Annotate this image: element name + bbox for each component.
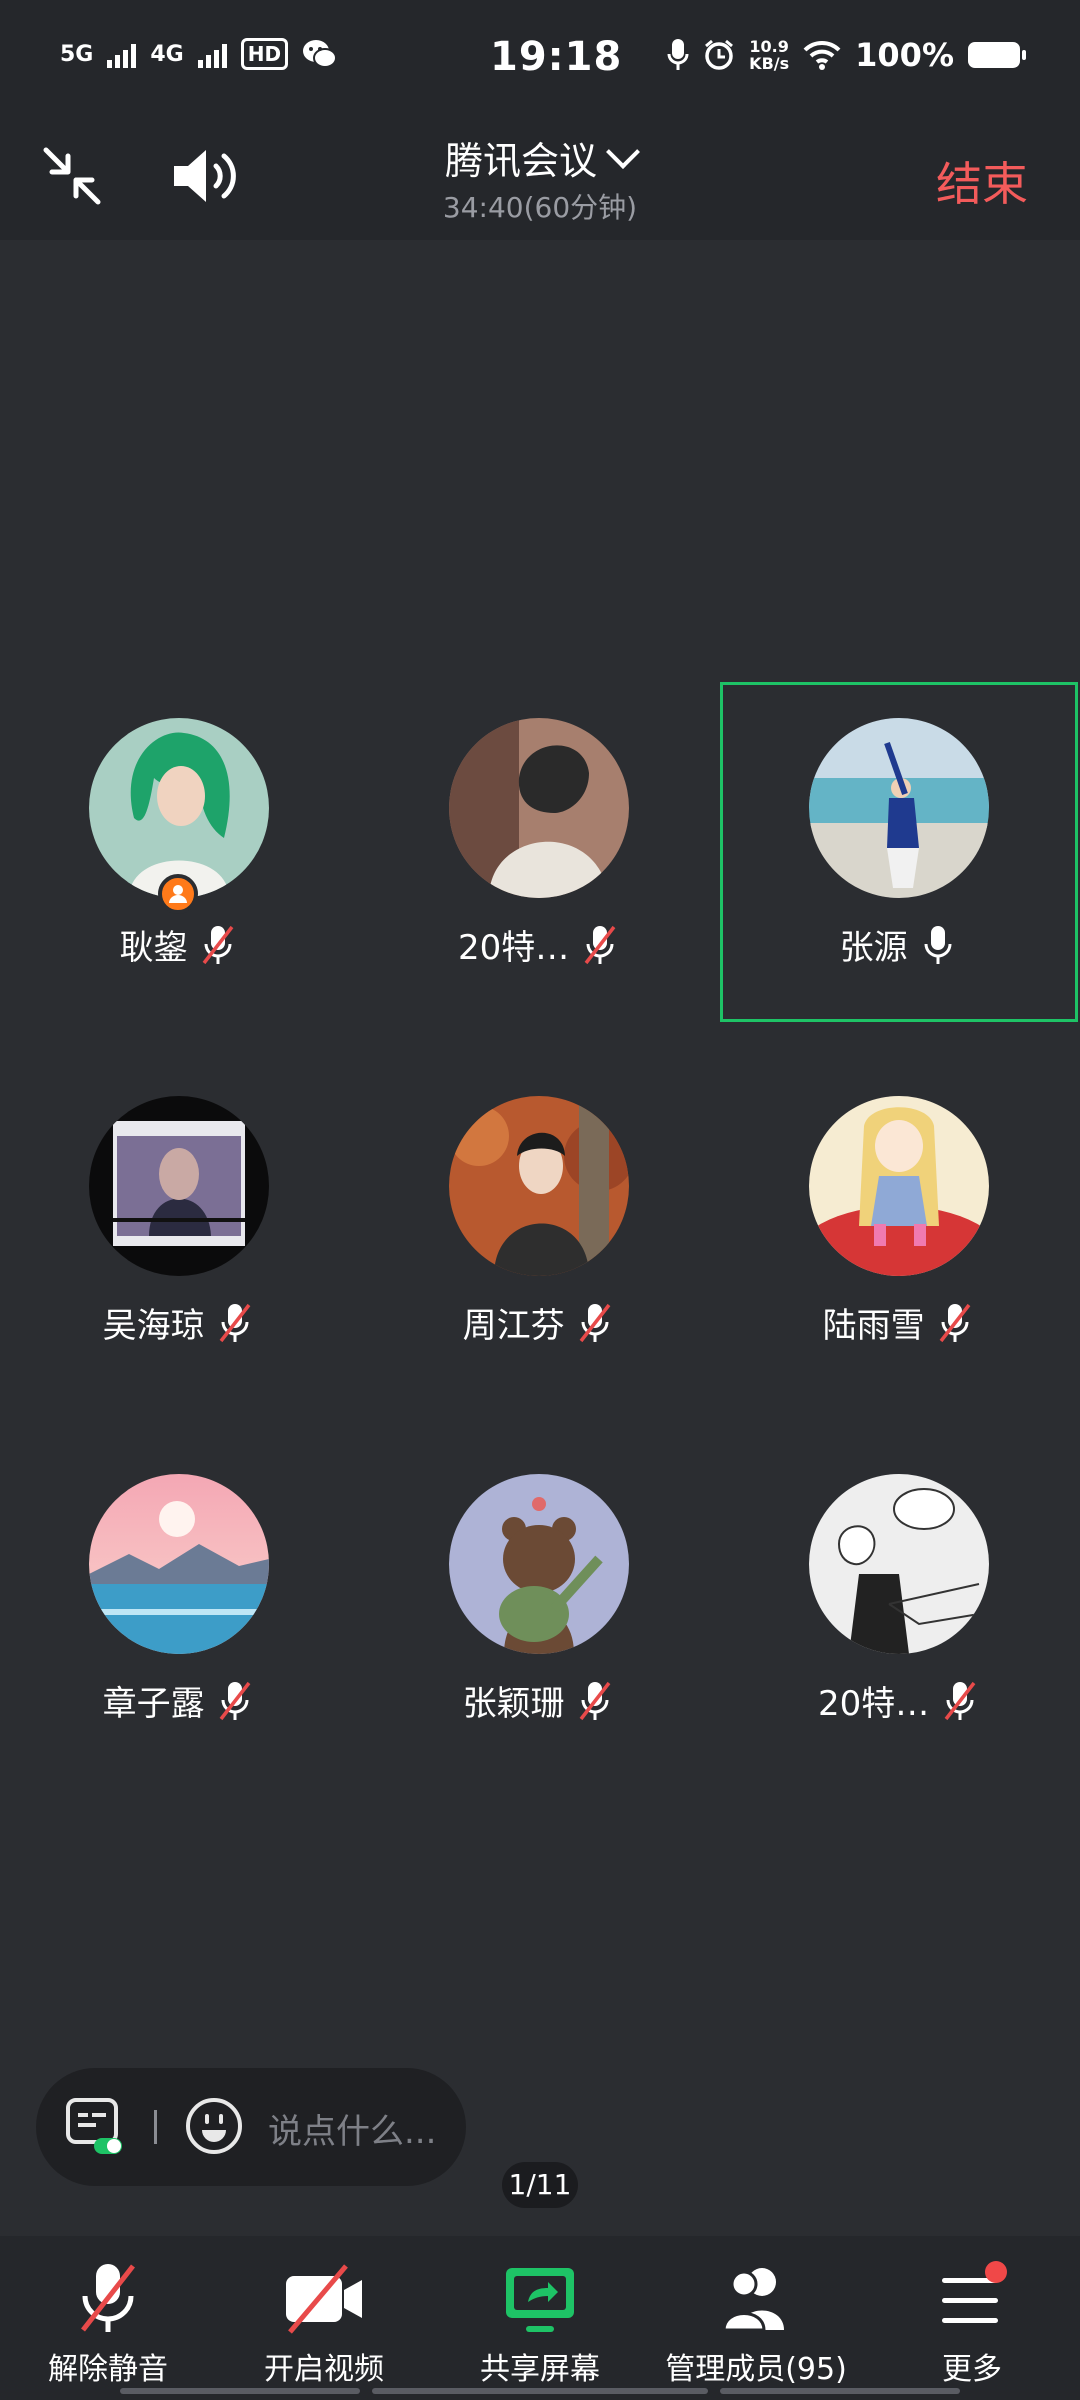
participant-name-row: 张源 — [720, 920, 1078, 969]
participant-name-row: 张颖珊 — [360, 1676, 718, 1725]
share-screen-icon — [506, 2268, 574, 2332]
wifi-icon — [803, 40, 841, 70]
meeting-header: 腾讯会议 34:40(60分钟) 结束 — [0, 120, 1080, 240]
mic-on-icon — [924, 925, 952, 964]
emoji-icon[interactable] — [184, 2096, 244, 2156]
participant-name-row: 20特… — [360, 920, 718, 969]
avatar — [809, 718, 989, 898]
avatar — [89, 718, 269, 898]
mic-muted-icon — [580, 1681, 611, 1720]
mic-muted-icon — [220, 1681, 251, 1720]
chat-placeholder[interactable]: 说点什么... — [268, 2104, 436, 2153]
signal-icon — [107, 40, 137, 68]
avatar — [809, 1474, 989, 1654]
participant-tile-active-speaker[interactable]: 张源 — [720, 682, 1078, 1022]
participant-name: 耿鋆 — [119, 928, 188, 968]
mic-muted-icon — [81, 2264, 135, 2332]
participant-name-row: 周江芬 — [360, 1298, 718, 1347]
mic-status-icon — [667, 39, 689, 70]
meeting-duration: 34:40(60分钟) — [442, 191, 638, 224]
members-icon — [722, 2268, 784, 2332]
camera-off-icon — [286, 2264, 362, 2334]
subtitle-toggle-icon[interactable] — [64, 2096, 124, 2156]
status-right: 10.9 KB/s 100% — [667, 36, 1026, 74]
battery-percent: 100% — [855, 36, 954, 74]
chevron-down-icon — [606, 135, 640, 169]
scroll-indicator — [120, 2388, 360, 2394]
participant-name-row: 章子露 — [0, 1676, 358, 1725]
start-video-button[interactable]: 开启视频 — [216, 2260, 432, 2387]
bottom-toolbar: 解除静音 开启视频 共享屏幕 管理成员(95) 更多 — [0, 2236, 1080, 2400]
mic-muted-icon — [203, 925, 234, 964]
menu-icon — [942, 2261, 1007, 2323]
participant-name: 20特… — [817, 1684, 930, 1724]
participant-tile[interactable]: 20特… — [720, 1438, 1078, 1778]
avatar — [449, 1096, 629, 1276]
avatar — [449, 718, 629, 898]
scroll-indicator — [372, 2388, 708, 2394]
avatar — [89, 1096, 269, 1276]
mic-muted-icon — [944, 1681, 976, 1720]
clock: 19:18 — [490, 34, 623, 80]
participant-name: 吴海琼 — [102, 1306, 205, 1346]
participant-name: 陆雨雪 — [822, 1306, 925, 1346]
divider — [154, 2110, 157, 2144]
host-badge-icon — [158, 874, 198, 914]
participant-tile[interactable]: 陆雨雪 — [720, 1060, 1078, 1400]
participant-tile[interactable]: 20特… — [360, 682, 718, 1022]
participant-tile[interactable]: 耿鋆 — [0, 682, 358, 1022]
network-4g-label: 4G — [150, 41, 184, 67]
participant-name-row: 耿鋆 — [0, 920, 358, 969]
participant-name: 张颖珊 — [462, 1684, 565, 1724]
mic-muted-icon — [580, 1303, 611, 1342]
start-video-label: 开启视频 — [264, 2352, 384, 2387]
share-screen-button[interactable]: 共享屏幕 — [432, 2260, 648, 2387]
more-button[interactable]: 更多 — [864, 2260, 1080, 2387]
battery-icon — [968, 42, 1026, 68]
unmute-button[interactable]: 解除静音 — [0, 2260, 216, 2387]
hd-badge: HD — [240, 38, 289, 70]
avatar — [449, 1474, 629, 1654]
participant-tile[interactable]: 吴海琼 — [0, 1060, 358, 1400]
mic-muted-icon — [940, 1303, 971, 1342]
participant-name-row: 陆雨雪 — [720, 1298, 1078, 1347]
avatar — [89, 1474, 269, 1654]
signal-icon-2 — [197, 40, 227, 68]
unmute-label: 解除静音 — [48, 2352, 168, 2387]
participant-name: 张源 — [839, 928, 908, 968]
network-speed: 10.9 KB/s — [749, 37, 790, 73]
status-left: 5G 4G HD — [60, 38, 338, 70]
alarm-icon — [705, 39, 734, 70]
participant-name: 章子露 — [102, 1684, 205, 1724]
share-screen-label: 共享屏幕 — [480, 2352, 600, 2387]
manage-members-button[interactable]: 管理成员(95) — [648, 2260, 864, 2387]
chat-input-bar[interactable]: 说点什么... — [36, 2068, 466, 2186]
avatar — [809, 1096, 989, 1276]
more-label: 更多 — [942, 2352, 1002, 2387]
meeting-title[interactable]: 腾讯会议 — [0, 130, 1080, 185]
participant-tile[interactable]: 章子露 — [0, 1438, 358, 1778]
participant-name: 20特… — [457, 928, 570, 968]
participant-name-row: 吴海琼 — [0, 1298, 358, 1347]
participant-tile[interactable]: 张颖珊 — [360, 1438, 718, 1778]
participant-tile[interactable]: 周江芬 — [360, 1060, 718, 1400]
wechat-icon — [303, 40, 338, 68]
network-5g-label: 5G — [60, 41, 94, 67]
end-meeting-button[interactable]: 结束 — [936, 148, 1028, 214]
status-bar: 5G 4G HD 19:18 10.9 KB/s 100% — [0, 0, 1080, 120]
mic-muted-icon — [220, 1303, 251, 1342]
scroll-indicator — [720, 2388, 960, 2394]
participant-name-row: 20特… — [720, 1676, 1078, 1725]
manage-members-label: 管理成员(95) — [665, 2352, 847, 2387]
page-indicator: 1/11 — [502, 2162, 578, 2208]
participant-name: 周江芬 — [462, 1306, 565, 1346]
mic-muted-icon — [584, 925, 616, 964]
